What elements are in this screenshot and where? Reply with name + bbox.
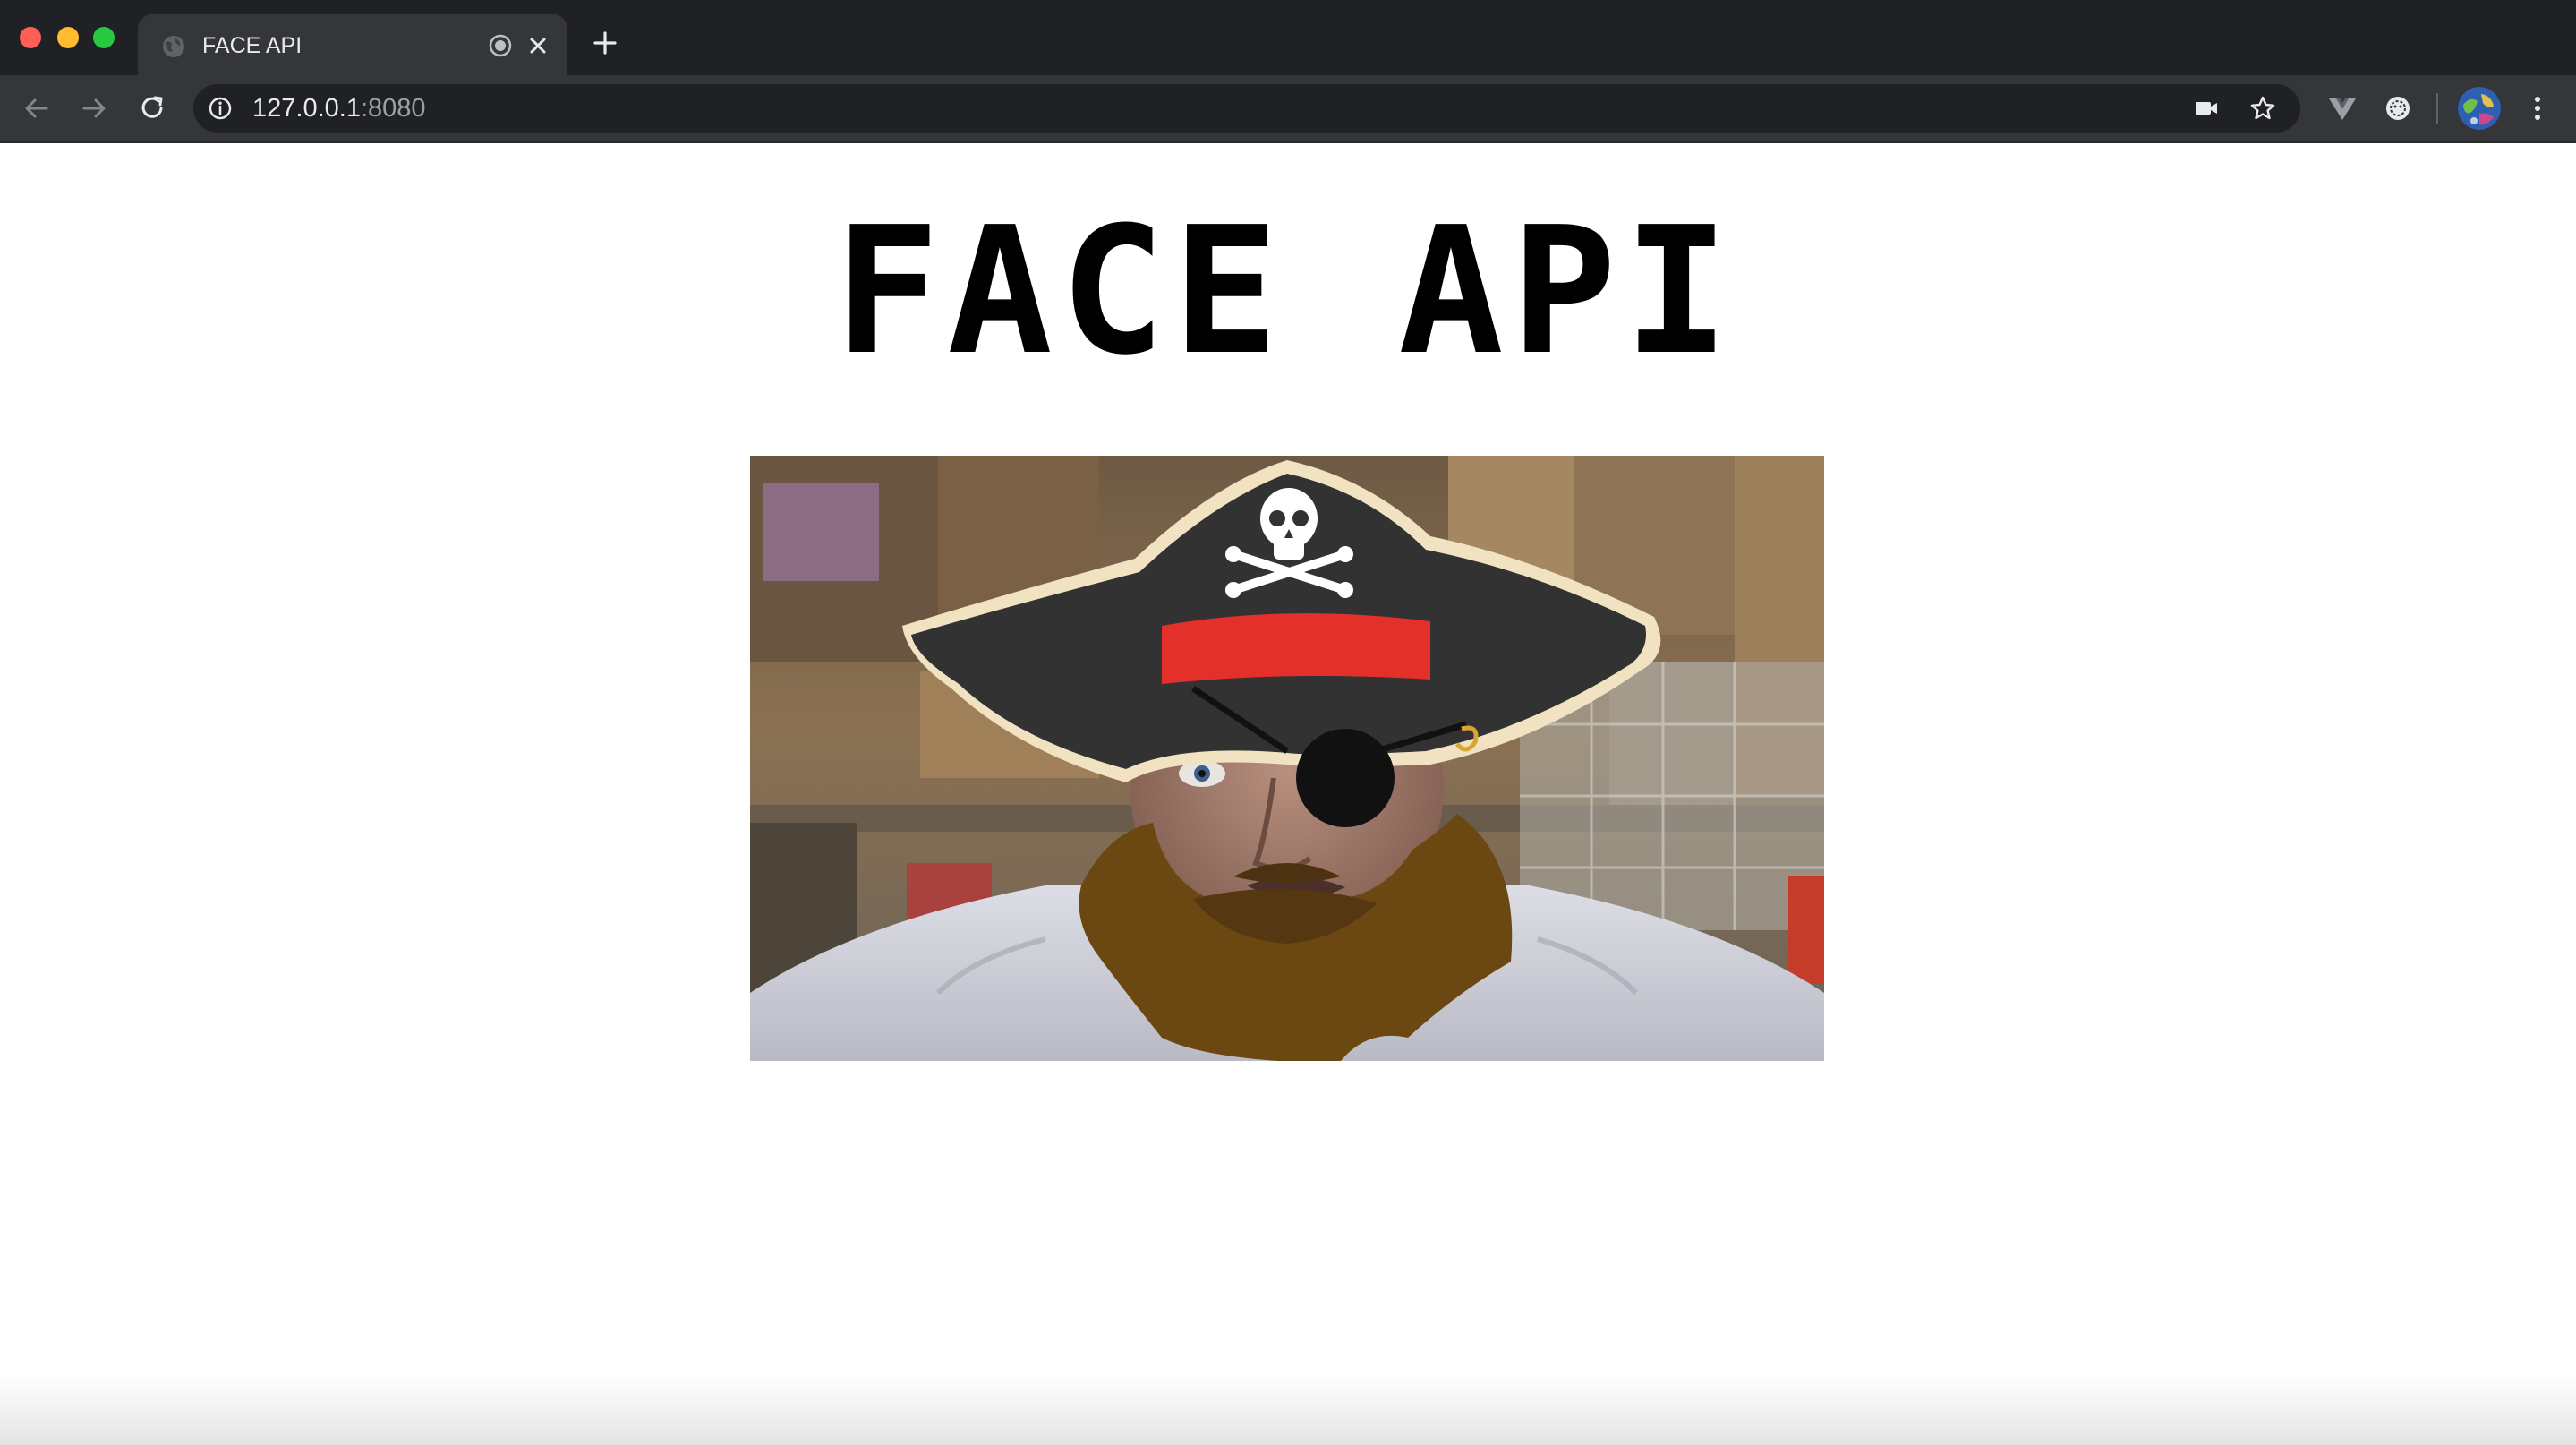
- star-icon[interactable]: [2248, 94, 2277, 123]
- url-text[interactable]: 127.0.0.1:8080: [252, 93, 426, 124]
- arrow-right-icon[interactable]: [77, 91, 111, 125]
- browser-tabstrip: FACE API: [0, 0, 2576, 75]
- globe-icon: [163, 36, 184, 57]
- plus-icon[interactable]: [591, 29, 619, 57]
- profile-avatar[interactable]: [2458, 87, 2501, 130]
- vue-devtools-icon[interactable]: [2325, 91, 2359, 125]
- info-icon[interactable]: [208, 96, 233, 121]
- url-port: :8080: [360, 94, 426, 123]
- toolbar-separator: [2436, 93, 2438, 124]
- globe-avatar-icon: [2458, 87, 2501, 130]
- browser-tab[interactable]: FACE API: [138, 14, 567, 75]
- url-host: 127.0.0.1: [252, 94, 361, 123]
- window-close-button[interactable]: [20, 27, 41, 48]
- recording-icon: [489, 34, 512, 57]
- window-zoom-button[interactable]: [93, 27, 115, 48]
- address-bar[interactable]: 127.0.0.1:8080: [193, 84, 2300, 133]
- arrow-left-icon[interactable]: [20, 91, 54, 125]
- extension-icon[interactable]: [2381, 91, 2415, 125]
- video-camera-icon[interactable]: [2193, 96, 2220, 121]
- reload-icon[interactable]: [136, 91, 170, 125]
- close-icon[interactable]: [525, 32, 551, 59]
- tab-title: FACE API: [202, 33, 303, 58]
- webcam-video: [750, 456, 1824, 1061]
- window-minimize-button[interactable]: [57, 27, 79, 48]
- kebab-menu-icon[interactable]: [2521, 91, 2555, 125]
- page-title: FACE API: [833, 190, 1736, 394]
- webcam-scene: [750, 456, 1824, 1061]
- browser-toolbar: 127.0.0.1:8080: [0, 75, 2576, 143]
- window-bottom-shadow: [0, 1373, 2576, 1445]
